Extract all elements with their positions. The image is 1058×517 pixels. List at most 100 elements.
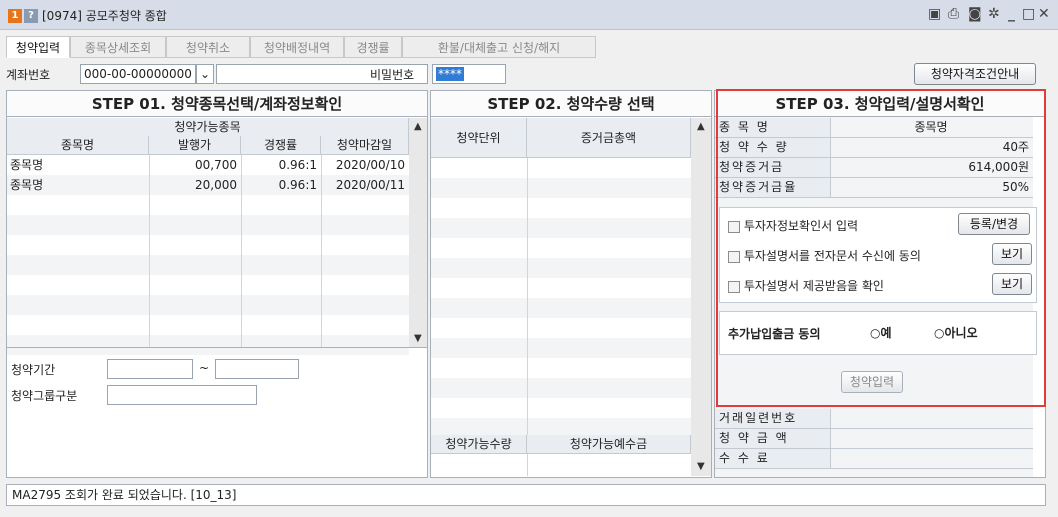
- checkbox-icon[interactable]: [728, 280, 740, 293]
- list-item: [431, 258, 691, 278]
- stock-name-row: 종 목 명 종목명: [715, 118, 1033, 138]
- print-icon[interactable]: ⎙: [948, 6, 959, 22]
- list-item: [431, 358, 691, 378]
- extra-payment-box: 추가납입출금 동의 ○예 ○아니오: [719, 311, 1037, 355]
- col-margin-total: 증거금총액: [527, 118, 691, 158]
- settings-icon[interactable]: ✲: [988, 6, 1000, 22]
- table-row: [7, 215, 409, 235]
- close-icon[interactable]: ✕: [1038, 6, 1050, 22]
- period-end-field: [215, 359, 299, 379]
- transaction-number-row: 거래일련번호: [715, 409, 1033, 429]
- table-row: [7, 295, 409, 315]
- account-row: 계좌번호 000-00-00000000 ⌄ 비밀번호 **** 청약자격조건안…: [0, 62, 1058, 88]
- table-row: [7, 195, 409, 215]
- step1-panel: STEP 01. 청약종목선택/계좌정보확인 청약가능종목 종목명 발행가 경쟁…: [6, 90, 428, 478]
- table-row[interactable]: 종목명 00,700 0.96:1 2020/00/10: [7, 155, 409, 175]
- e-document-consent-check[interactable]: 투자설명서를 전자문서 수신에 동의: [728, 247, 921, 264]
- quantity-row: 청 약 수 량 40주: [715, 138, 1033, 158]
- account-label: 계좌번호: [6, 68, 51, 82]
- table-row[interactable]: 종목명 20,000 0.96:1 2020/00/11: [7, 175, 409, 195]
- tab-detail-inquiry[interactable]: 종목상세조회: [70, 36, 166, 58]
- minimize-icon[interactable]: _: [1008, 6, 1015, 22]
- view-button[interactable]: 보기: [992, 273, 1032, 295]
- available-stocks-header: 청약가능종목: [7, 118, 409, 137]
- investor-info-check[interactable]: 투자자정보확인서 입력: [728, 217, 858, 234]
- consent-box: 투자자정보확인서 입력 등록/변경 투자설명서를 전자문서 수신에 동의 보기 …: [719, 207, 1037, 303]
- help-icon[interactable]: ?: [24, 9, 38, 23]
- checkbox-icon[interactable]: [728, 250, 740, 263]
- list-item: [431, 278, 691, 298]
- table-row: [7, 255, 409, 275]
- camera-icon[interactable]: ◙: [968, 6, 982, 22]
- margin-rate-row: 청약증거금율 50%: [715, 178, 1033, 198]
- col-competition: 경쟁률: [241, 136, 321, 155]
- tab-cancel[interactable]: 청약취소: [166, 36, 250, 58]
- list-item: [431, 218, 691, 238]
- divider: [241, 155, 242, 347]
- group-field: [107, 385, 257, 405]
- divider: [7, 347, 427, 348]
- step3-title: STEP 03. 청약입력/설명서확인: [715, 91, 1045, 117]
- col-issue-price: 발행가: [149, 136, 241, 155]
- register-change-button[interactable]: 등록/변경: [958, 213, 1030, 235]
- scroll-down-icon[interactable]: ▼: [414, 333, 422, 344]
- list-item: [431, 318, 691, 338]
- memo-icon[interactable]: ▣: [928, 6, 941, 22]
- window-title: [0974] 공모주청약 종합: [42, 9, 167, 23]
- list-item: [431, 298, 691, 318]
- radio-no[interactable]: ○아니오: [934, 324, 978, 341]
- extra-payment-label: 추가납입출금 동의: [728, 327, 821, 341]
- screen-number-badge[interactable]: 1: [8, 9, 22, 23]
- tab-competition-rate[interactable]: 경쟁률: [344, 36, 402, 58]
- list-item: [431, 198, 691, 218]
- table-row: [7, 315, 409, 335]
- account-select[interactable]: 000-00-00000000: [80, 64, 196, 84]
- step2-panel: STEP 02. 청약수량 선택 청약단위 증거금총액 청약가능수량 청약가능예…: [430, 90, 712, 478]
- list-item: [431, 238, 691, 258]
- view-button[interactable]: 보기: [992, 243, 1032, 265]
- table-row: [7, 335, 409, 355]
- prospectus-received-check[interactable]: 투자설명서 제공받음을 확인: [728, 277, 884, 294]
- status-bar: MA2795 조회가 완료 되었습니다. [10_13]: [6, 484, 1046, 506]
- divider: [321, 155, 322, 347]
- tab-allocation[interactable]: 청약배정내역: [250, 36, 344, 58]
- list-item: [431, 178, 691, 198]
- scroll-up-icon[interactable]: ▲: [414, 121, 422, 132]
- step2-title: STEP 02. 청약수량 선택: [431, 91, 711, 117]
- list-item: [431, 398, 691, 418]
- col-available-qty: 청약가능수량: [431, 435, 527, 454]
- col-stock-name: 종목명: [7, 136, 149, 155]
- step2-scrollbar[interactable]: [691, 118, 711, 476]
- col-deadline: 청약마감일: [321, 136, 409, 155]
- tab-bar: 청약입력 종목상세조회 청약취소 청약배정내역 경쟁률 환불/대체출고 신청/해…: [0, 36, 1058, 60]
- table-row: [7, 235, 409, 255]
- period-start-field: [107, 359, 193, 379]
- col-available-deposit: 청약가능예수금: [527, 435, 691, 454]
- divider: [149, 155, 150, 347]
- margin-row: 청약증거금 614,000원: [715, 158, 1033, 178]
- eligibility-guide-button[interactable]: 청약자격조건안내: [914, 63, 1036, 85]
- radio-yes[interactable]: ○예: [870, 324, 892, 341]
- checkbox-icon[interactable]: [728, 220, 740, 233]
- list-item: [431, 378, 691, 398]
- step1-title: STEP 01. 청약종목선택/계좌정보확인: [7, 91, 427, 117]
- chevron-down-icon[interactable]: ⌄: [196, 64, 214, 84]
- title-bar: 1 ? [0974] 공모주청약 종합 ▣ ⎙ ◙ ✲ _ □ ✕: [0, 0, 1058, 30]
- tab-refund[interactable]: 환불/대체출고 신청/해지: [402, 36, 596, 58]
- group-label: 청약그룹구분: [11, 389, 78, 403]
- table-row: [7, 275, 409, 295]
- list-item: [431, 338, 691, 358]
- maximize-icon[interactable]: □: [1022, 6, 1035, 22]
- step3-panel: STEP 03. 청약입력/설명서확인 종 목 명 종목명 청 약 수 량 40주 …: [714, 90, 1046, 478]
- password-label: 비밀번호: [370, 68, 415, 82]
- submit-subscription-button[interactable]: 청약입력: [841, 371, 903, 393]
- tab-subscription-input[interactable]: 청약입력: [6, 36, 70, 58]
- list-item: [431, 158, 691, 178]
- divider: [527, 158, 528, 476]
- scroll-down-icon[interactable]: ▼: [697, 461, 705, 472]
- scroll-up-icon[interactable]: ▲: [697, 121, 705, 132]
- step1-scrollbar[interactable]: [409, 118, 427, 347]
- fee-row: 수 수 료: [715, 449, 1033, 469]
- password-input[interactable]: ****: [432, 64, 506, 84]
- period-label: 청약기간: [11, 363, 56, 377]
